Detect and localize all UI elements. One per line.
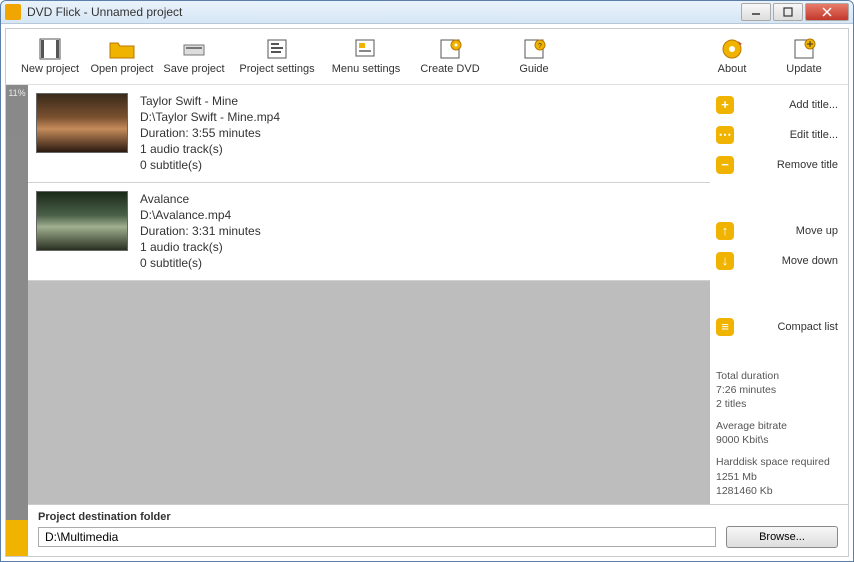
edit-title-button[interactable]: ⋯ Edit title... (716, 123, 838, 147)
stats-block: Total duration 7:26 minutes 2 titles Ave… (716, 361, 838, 498)
minimize-button[interactable] (741, 3, 771, 21)
title-list[interactable]: Taylor Swift - Mine D:\Taylor Swift - Mi… (28, 85, 710, 504)
add-title-button[interactable]: + Add title... (716, 93, 838, 117)
menu-settings-button[interactable]: Menu settings (324, 30, 408, 82)
title-area: Taylor Swift - Mine D:\Taylor Swift - Mi… (28, 85, 848, 504)
folder-open-icon (108, 37, 136, 61)
body: 11% Taylor Swift - Mine D:\Taylor Swift … (6, 85, 848, 556)
destination-label: Project destination folder (38, 511, 838, 523)
move-up-button[interactable]: ↑ Move up (716, 219, 838, 243)
menu-settings-icon (352, 37, 380, 61)
capacity-percent: 11% (6, 88, 28, 98)
title-item[interactable]: Avalance D:\Avalance.mp4 Duration: 3:31 … (28, 183, 710, 281)
title-path: D:\Taylor Swift - Mine.mp4 (140, 109, 280, 125)
about-button[interactable]: About (696, 30, 768, 82)
total-duration-label: Total duration (716, 369, 838, 383)
total-duration-value: 7:26 minutes (716, 383, 838, 397)
list-icon: ≡ (716, 318, 734, 336)
arrow-down-icon: ↓ (716, 252, 734, 270)
save-icon (180, 37, 208, 61)
project-settings-button[interactable]: Project settings (230, 30, 324, 82)
title-info: Taylor Swift - Mine D:\Taylor Swift - Mi… (140, 93, 280, 174)
compact-list-button[interactable]: ≡ Compact list (716, 315, 838, 339)
title-subs: 0 subtitle(s) (140, 255, 261, 271)
new-project-button[interactable]: New project (14, 30, 86, 82)
title-name: Avalance (140, 191, 261, 207)
title-duration: Duration: 3:31 minutes (140, 223, 261, 239)
window-title: DVD Flick - Unnamed project (27, 5, 741, 19)
title-info: Avalance D:\Avalance.mp4 Duration: 3:31 … (140, 191, 261, 272)
client-area: New project Open project Save project Pr… (5, 28, 849, 557)
app-window: DVD Flick - Unnamed project New project … (0, 0, 854, 562)
capacity-bar: 11% (6, 85, 28, 556)
svg-text:?: ? (538, 43, 542, 50)
title-item[interactable]: Taylor Swift - Mine D:\Taylor Swift - Mi… (28, 85, 710, 183)
bitrate-value: 9000 Kbit\s (716, 433, 838, 447)
minus-icon: − (716, 156, 734, 174)
remove-title-button[interactable]: − Remove title (716, 153, 838, 177)
titlebar[interactable]: DVD Flick - Unnamed project (1, 1, 853, 24)
title-audio: 1 audio track(s) (140, 141, 280, 157)
arrow-up-icon: ↑ (716, 222, 734, 240)
move-down-button[interactable]: ↓ Move down (716, 249, 838, 273)
title-duration: Duration: 3:55 minutes (140, 125, 280, 141)
dvd-icon (436, 37, 464, 61)
title-subs: 0 subtitle(s) (140, 157, 280, 173)
edit-icon: ⋯ (716, 126, 734, 144)
update-button[interactable]: Update (768, 30, 840, 82)
hdd-label: Harddisk space required (716, 455, 838, 469)
about-icon (718, 37, 746, 61)
bitrate-label: Average bitrate (716, 419, 838, 433)
capacity-marker (6, 520, 28, 556)
title-path: D:\Avalance.mp4 (140, 207, 261, 223)
close-button[interactable] (805, 3, 849, 21)
guide-icon: ? (520, 37, 548, 61)
update-icon (790, 37, 818, 61)
plus-icon: + (716, 96, 734, 114)
total-titles-value: 2 titles (716, 397, 838, 411)
film-icon (36, 37, 64, 61)
browse-button[interactable]: Browse... (726, 526, 838, 548)
main-toolbar: New project Open project Save project Pr… (6, 29, 848, 85)
open-project-button[interactable]: Open project (86, 30, 158, 82)
hdd-value-kb: 1281460 Kb (716, 484, 838, 498)
thumbnail (36, 93, 128, 153)
maximize-button[interactable] (773, 3, 803, 21)
side-panel: + Add title... ⋯ Edit title... − Remove … (710, 85, 848, 504)
app-icon (5, 4, 21, 20)
save-project-button[interactable]: Save project (158, 30, 230, 82)
title-audio: 1 audio track(s) (140, 239, 261, 255)
settings-icon (263, 37, 291, 61)
destination-input[interactable] (38, 527, 716, 547)
thumbnail (36, 191, 128, 251)
hdd-value-mb: 1251 Mb (716, 470, 838, 484)
destination-bar: Project destination folder Browse... (28, 504, 848, 556)
guide-button[interactable]: ? Guide (492, 30, 576, 82)
title-name: Taylor Swift - Mine (140, 93, 280, 109)
create-dvd-button[interactable]: Create DVD (408, 30, 492, 82)
